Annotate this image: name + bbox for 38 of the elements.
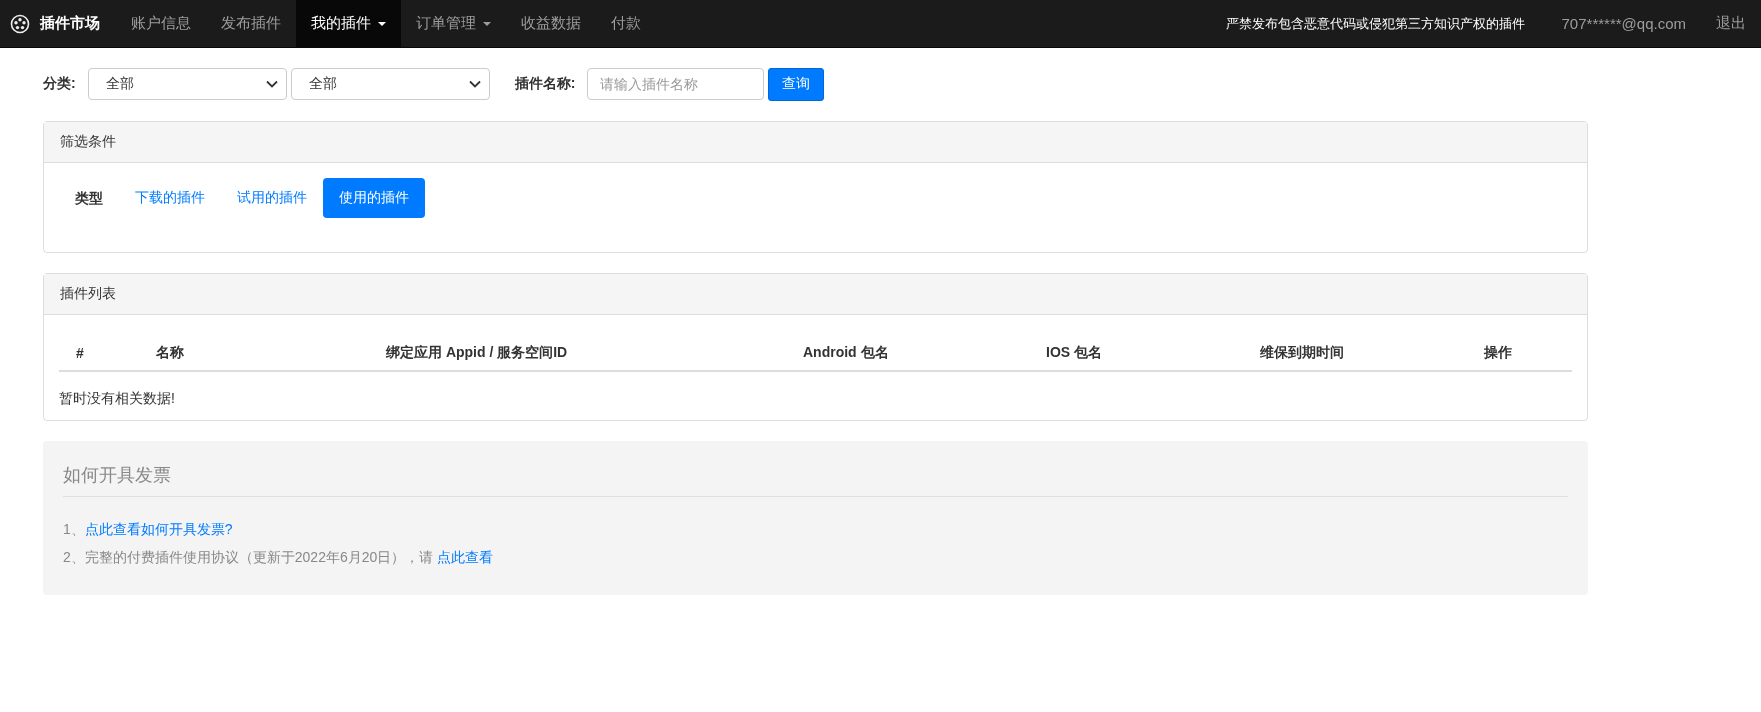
type-filter-tab[interactable]: 下载的插件 — [119, 178, 221, 218]
column-header: 名称 — [156, 344, 184, 360]
invoice-title: 如何开具发票 — [63, 465, 171, 485]
category-select[interactable]: 全部 — [290, 68, 490, 100]
nav-menu-item[interactable]: 发布插件 — [206, 0, 296, 47]
type-label: 类型 — [74, 189, 104, 208]
chevron-down-icon — [265, 80, 278, 88]
invoice-step-text: 1、 — [63, 521, 85, 537]
type-filter-tab[interactable]: 试用的插件 — [221, 178, 323, 218]
panel-title: 插件列表 — [60, 285, 116, 303]
panel-title: 筛选条件 — [60, 133, 116, 151]
column-header: # — [76, 345, 84, 361]
nav-menu-item[interactable]: 付款 — [596, 0, 656, 47]
logo-icon — [10, 13, 30, 34]
empty-message: 暂时没有相关数据! — [59, 389, 176, 408]
column-header: Android 包名 — [803, 344, 889, 360]
column-header: IOS 包名 — [1046, 344, 1102, 360]
plugin-name-label: 插件名称: — [514, 75, 576, 93]
logout-link[interactable]: 退出 — [1701, 0, 1761, 47]
nav-menu-item[interactable]: 收益数据 — [506, 0, 596, 47]
brand-link[interactable]: 插件市场 — [40, 14, 100, 33]
chevron-down-icon — [468, 80, 481, 88]
invoice-help-link[interactable]: 点此查看 — [437, 549, 494, 565]
nav-menu-item[interactable]: 账户信息 — [116, 0, 206, 47]
invoice-step-text: 2、完整的付费插件使用协议（更新于2022年6月20日），请 — [63, 549, 435, 565]
column-header: 绑定应用 Appid / 服务空间ID — [386, 344, 568, 360]
nav-menu-item[interactable]: 订单管理 — [401, 0, 506, 47]
user-email-link[interactable]: 707******@qq.com — [1546, 0, 1701, 47]
nav-menu-item[interactable]: 我的插件 — [296, 0, 401, 47]
type-filter-tab[interactable]: 使用的插件 — [323, 178, 425, 218]
notice-text: 严禁发布包含恶意代码或侵犯第三方知识产权的插件 — [1225, 14, 1526, 33]
invoice-help-link[interactable]: 点此查看如何开具发票? — [84, 521, 233, 537]
category-label: 分类: — [43, 75, 76, 93]
search-button[interactable]: 查询 — [768, 67, 825, 101]
plugin-name-input[interactable]: 请输入插件名称 — [587, 68, 765, 100]
category-select[interactable]: 全部 — [87, 68, 287, 100]
column-header: 操作 — [1484, 344, 1512, 360]
column-header: 维保到期时间 — [1260, 344, 1344, 360]
